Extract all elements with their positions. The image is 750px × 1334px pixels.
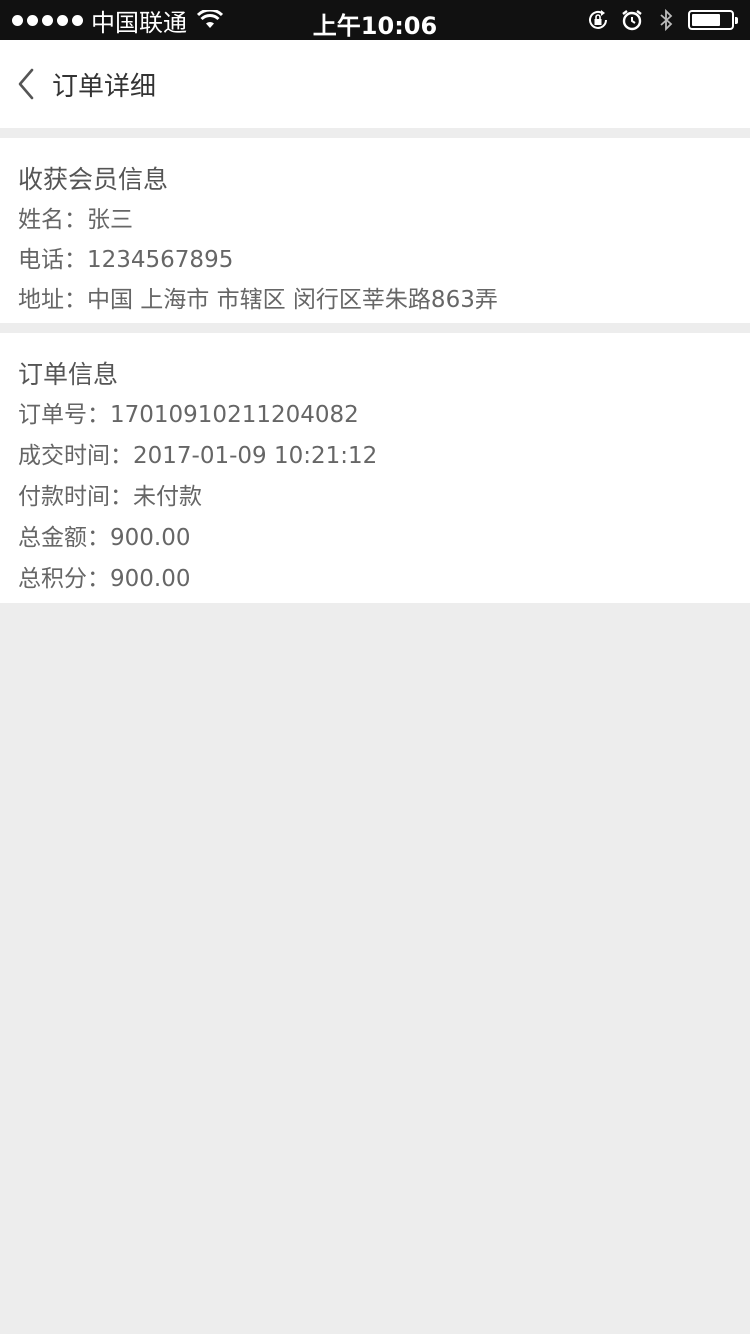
signal-strength-icon <box>12 14 83 26</box>
total-amount-label: 总金额： <box>18 525 110 551</box>
order-info-title: 订单信息 <box>18 360 119 389</box>
alarm-icon <box>622 10 642 31</box>
total-points-value: 900.00 <box>110 566 191 592</box>
pay-time-row: 付款时间：未付款 <box>18 477 202 511</box>
order-info-section: 订单信息 订单号：17010910211204082 成交时间：2017-01-… <box>0 333 750 603</box>
member-name-value: 张三 <box>87 207 133 233</box>
member-name-row: 姓名：张三 <box>18 200 133 234</box>
nav-bar: 订单详细 <box>0 40 750 128</box>
status-left: 中国联通 <box>0 3 300 38</box>
total-amount-row: 总金额：900.00 <box>18 518 190 552</box>
pay-time-value: 未付款 <box>133 484 202 510</box>
chevron-left-icon <box>18 68 34 100</box>
member-name-label: 姓名： <box>18 207 87 233</box>
member-phone-label: 电话： <box>18 247 87 273</box>
order-number-row: 订单号：17010910211204082 <box>18 395 359 429</box>
order-number-value: 17010910211204082 <box>110 402 359 428</box>
back-button[interactable] <box>4 40 48 128</box>
bluetooth-icon <box>660 8 673 32</box>
carrier-name: 中国联通 <box>91 8 187 37</box>
order-number-label: 订单号： <box>18 402 110 428</box>
page-title: 订单详细 <box>52 71 157 102</box>
deal-time-value: 2017-01-09 10:21:12 <box>133 443 378 469</box>
status-bar: 中国联通 上午10:06 <box>0 0 750 40</box>
status-right <box>586 0 738 40</box>
battery-icon <box>688 10 738 30</box>
total-amount-value: 900.00 <box>110 525 191 551</box>
deal-time-row: 成交时间：2017-01-09 10:21:12 <box>18 436 377 470</box>
total-points-label: 总积分： <box>18 566 110 592</box>
total-points-row: 总积分：900.00 <box>18 559 190 593</box>
member-address-label: 地址： <box>18 287 87 313</box>
member-address-row: 地址：中国 上海市 市辖区 闵行区莘朱路863弄 <box>18 280 498 314</box>
rotation-lock-icon <box>589 10 607 29</box>
wifi-icon <box>197 10 223 28</box>
member-address-value: 中国 上海市 市辖区 闵行区莘朱路863弄 <box>87 287 498 313</box>
member-info-section: 收获会员信息 姓名：张三 电话：1234567895 地址：中国 上海市 市辖区… <box>0 138 750 323</box>
pay-time-label: 付款时间： <box>18 484 133 510</box>
member-phone-value: 1234567895 <box>87 247 234 273</box>
member-info-title: 收获会员信息 <box>18 165 169 194</box>
deal-time-label: 成交时间： <box>18 443 133 469</box>
member-phone-row: 电话：1234567895 <box>18 240 233 274</box>
